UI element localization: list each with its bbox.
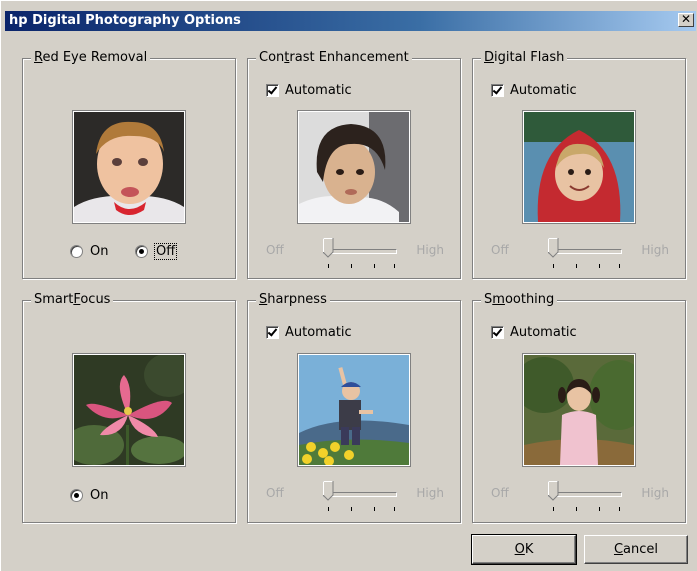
sharpness-slider-min-label: Off	[266, 486, 284, 500]
checkmark-icon	[266, 326, 279, 339]
slider-thumb[interactable]	[548, 481, 559, 501]
slider-tick	[374, 507, 375, 511]
digital-flash-slider[interactable]: Off High	[491, 238, 669, 271]
slider-track	[323, 249, 397, 254]
slider-tick	[576, 507, 577, 511]
slider-tick	[374, 264, 375, 268]
radio-dot-icon	[70, 489, 83, 502]
red-eye-removal-label: Red Eye Removal	[31, 50, 151, 65]
digital-flash-slider-max-label: High	[641, 243, 669, 257]
slider-thumb[interactable]	[323, 481, 334, 501]
sharpness-slider-max-label: High	[416, 486, 444, 500]
slider-tick	[599, 264, 600, 268]
red-eye-on-radio[interactable]: On	[70, 244, 108, 259]
slider-tick	[394, 264, 395, 268]
slider-thumb[interactable]	[323, 238, 334, 258]
slider-track	[323, 492, 397, 497]
red-eye-preview-image	[73, 111, 185, 223]
slider-tick	[328, 264, 329, 268]
dialog-window: hp Digital Photography Options ✕ Red Eye…	[0, 0, 697, 571]
slider-tick	[351, 264, 352, 268]
smartfocus-preview-image	[73, 354, 185, 466]
slider-tick	[619, 264, 620, 268]
sharpness-label: Sharpness	[256, 292, 330, 307]
smoothing-slider-max-label: High	[641, 486, 669, 500]
slider-tick	[394, 507, 395, 511]
radio-unselected-icon	[70, 245, 83, 258]
smartfocus-on-radio[interactable]: On	[70, 488, 108, 503]
contrast-enhancement-label: Contrast Enhancement	[256, 50, 412, 65]
slider-tick	[328, 507, 329, 511]
checkmark-icon	[266, 84, 279, 97]
slider-tick	[576, 264, 577, 268]
checkmark-icon	[491, 84, 504, 97]
smartfocus-group: SmartFocus On	[22, 292, 236, 523]
sharpness-slider[interactable]: Off High	[266, 481, 444, 514]
smoothing-automatic-checkbox[interactable]: Automatic	[491, 325, 577, 340]
smartfocus-label: SmartFocus	[31, 292, 114, 307]
slider-tick	[553, 264, 554, 268]
digital-flash-group: Digital Flash Automatic Off High	[472, 50, 686, 279]
digital-flash-automatic-checkbox[interactable]: Automatic	[491, 83, 577, 98]
digital-flash-slider-min-label: Off	[491, 243, 509, 257]
slider-tick	[553, 507, 554, 511]
sharpness-group: Sharpness Automatic Off High	[247, 292, 461, 523]
close-button[interactable]: ✕	[678, 13, 694, 27]
sharpness-automatic-checkbox[interactable]: Automatic	[266, 325, 352, 340]
sharpness-preview-image	[298, 354, 410, 466]
smoothing-preview-image	[523, 354, 635, 466]
close-icon: ✕	[680, 12, 692, 26]
slider-thumb[interactable]	[548, 238, 559, 258]
contrast-preview-image	[298, 111, 410, 223]
window-title: hp Digital Photography Options	[9, 13, 241, 28]
slider-tick	[351, 507, 352, 511]
digital-flash-label: Digital Flash	[481, 50, 568, 65]
cancel-button[interactable]: Cancel	[584, 535, 688, 564]
slider-tick	[619, 507, 620, 511]
ok-button[interactable]: OK	[471, 534, 577, 565]
smoothing-group: Smoothing Automatic Off High	[472, 292, 686, 523]
checkmark-icon	[491, 326, 504, 339]
smoothing-label: Smoothing	[481, 292, 558, 307]
smoothing-slider-min-label: Off	[491, 486, 509, 500]
contrast-slider[interactable]: Off High	[266, 238, 444, 271]
radio-dot-icon	[135, 245, 148, 258]
title-bar[interactable]: hp Digital Photography Options ✕	[5, 11, 696, 31]
red-eye-off-radio[interactable]: Off	[135, 243, 178, 260]
red-eye-removal-group: Red Eye Removal On Off	[22, 50, 236, 279]
contrast-enhancement-group: Contrast Enhancement Automatic Off High	[247, 50, 461, 279]
contrast-slider-max-label: High	[416, 243, 444, 257]
digital-flash-preview-image	[523, 111, 635, 223]
contrast-slider-min-label: Off	[266, 243, 284, 257]
contrast-automatic-checkbox[interactable]: Automatic	[266, 83, 352, 98]
slider-tick	[599, 507, 600, 511]
slider-track	[548, 249, 622, 254]
smoothing-slider[interactable]: Off High	[491, 481, 669, 514]
slider-track	[548, 492, 622, 497]
